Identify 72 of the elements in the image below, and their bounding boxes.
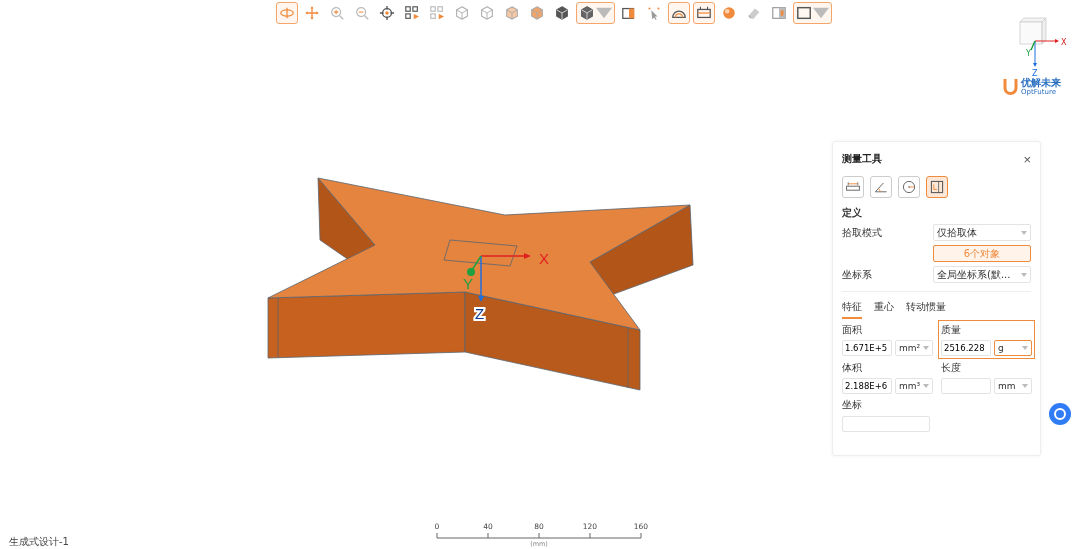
field-label: 体积 (842, 361, 863, 375)
mass-properties-icon (929, 179, 945, 195)
rectangle-icon (796, 5, 812, 21)
cube-outline-icon (479, 5, 495, 21)
value-field[interactable]: 1.671E+5 (842, 340, 892, 356)
field-label: 拾取模式 (842, 225, 882, 240)
unit-select[interactable]: mm (994, 378, 1032, 394)
section-icon (621, 5, 637, 21)
caret-icon (596, 5, 612, 21)
cube-icon (504, 5, 520, 21)
close-button[interactable]: × (1023, 152, 1031, 166)
coordinate-field[interactable] (842, 416, 930, 432)
field-label: 坐标系 (842, 267, 872, 282)
move-icon (304, 5, 320, 21)
pick-mode-select[interactable]: 仅拾取体 (933, 224, 1031, 241)
cube-icon (529, 5, 545, 21)
panel-title: 测量工具 (842, 152, 882, 166)
logo-icon (1003, 78, 1018, 96)
unit-select[interactable]: mm³ (895, 378, 933, 394)
rotate-icon (279, 5, 295, 21)
toolbar-button[interactable] (693, 2, 715, 24)
cube-icon (579, 5, 595, 21)
axis-label: X (1061, 38, 1067, 47)
section-heading: 定义 (842, 206, 863, 220)
measure-tool-button[interactable] (842, 176, 864, 198)
caret-icon (1021, 230, 1027, 235)
tab[interactable]: 重心 (874, 300, 894, 319)
value-field[interactable] (941, 378, 991, 394)
grid-icon (404, 5, 420, 21)
cube-icon (554, 5, 570, 21)
caret-icon (923, 346, 929, 350)
target-icon (379, 5, 395, 21)
axis-label: X (539, 250, 549, 267)
unit-select[interactable]: g (994, 340, 1032, 356)
grid-icon (429, 5, 445, 21)
radius-icon (901, 179, 917, 195)
value-field[interactable]: 2516.228 (941, 340, 991, 356)
split-view-icon (771, 5, 787, 21)
toolbar-button[interactable] (668, 2, 690, 24)
document-name: 生成式设计-1 (9, 535, 69, 549)
chat-icon[interactable] (1049, 403, 1071, 425)
caret-icon (1022, 346, 1028, 350)
coordinate-system-select[interactable]: 全局坐标系(默... (933, 266, 1031, 283)
measure-tool-button[interactable] (870, 176, 892, 198)
axis-label: Z (475, 305, 485, 322)
measure-tool-button[interactable] (898, 176, 920, 198)
caret-icon (1021, 272, 1027, 277)
zoom-in-icon (329, 5, 345, 21)
axis-label: Z (1032, 69, 1038, 78)
cube-outline-icon (454, 5, 470, 21)
sphere-icon (721, 5, 737, 21)
field-label: 长度 (941, 361, 962, 375)
caret-icon (923, 384, 929, 388)
cursor-icon (646, 5, 662, 21)
value-field[interactable]: 2.188E+6 (842, 378, 892, 394)
field-label: 坐标 (842, 398, 863, 412)
unit-select[interactable]: mm² (895, 340, 933, 356)
axis-label: Y (463, 275, 473, 292)
field-label: 质量 (941, 323, 962, 337)
field-label: 面积 (842, 323, 863, 337)
ruler-icon (696, 5, 712, 21)
measure-tool-button[interactable] (926, 176, 948, 198)
zoom-out-icon (354, 5, 370, 21)
view-cube-drawing[interactable] (1019, 17, 1059, 67)
tab[interactable]: 特征 (842, 300, 862, 319)
tab[interactable]: 转动惯量 (906, 300, 946, 319)
toolbar-dropdown[interactable] (793, 2, 832, 24)
axis-label: Y (1026, 49, 1031, 58)
caret-icon (1022, 384, 1028, 388)
logo-name: 优解未来 (1021, 78, 1061, 88)
caret-icon (813, 5, 829, 21)
toolbar-dropdown[interactable] (576, 2, 615, 24)
